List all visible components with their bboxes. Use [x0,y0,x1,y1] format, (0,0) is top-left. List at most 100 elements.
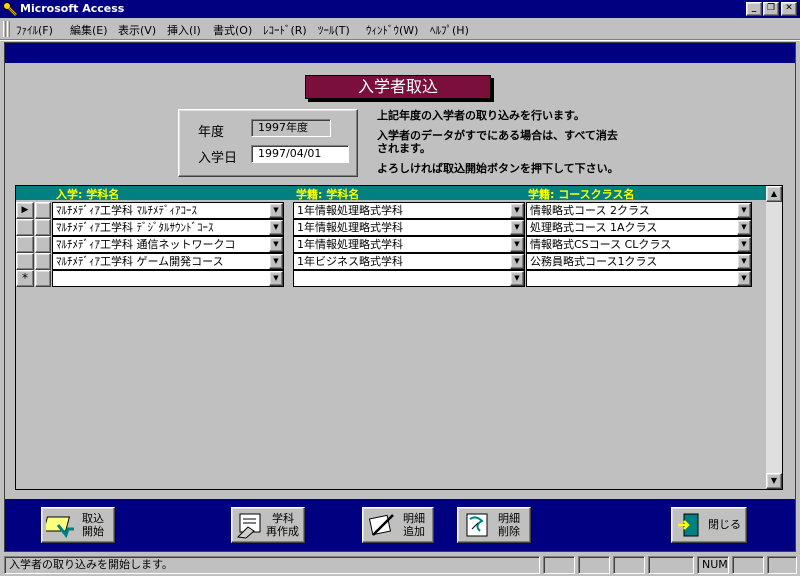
registry-dept-combo[interactable]: 1年情報処理略式学科 ▼ [293,236,525,253]
registry-dept-combo[interactable]: 1年情報処理略式学科 ▼ [293,219,525,236]
admission-dept-combo[interactable]: ﾏﾙﾁﾒﾃﾞｨｱ工学科 通信ネットワークコ ▼ [52,236,284,253]
dropdown-arrow-icon[interactable]: ▼ [737,271,751,286]
add-detail-button[interactable]: 明細 追加 [362,507,434,543]
course-class-combo[interactable]: 情報略式CSコース CLクラス ▼ [526,236,752,253]
cell-text: 情報略式CSコース CLクラス [530,238,672,251]
dropdown-arrow-icon[interactable]: ▼ [510,220,524,235]
scroll-down-icon: ▼ [770,476,778,485]
dropdown-arrow-icon[interactable]: ▼ [269,237,283,252]
menu-insert[interactable]: 挿入(I) [167,22,201,38]
menu-file[interactable]: ﾌｧｲﾙ(F) [16,22,53,38]
menu-view[interactable]: 表示(V) [118,22,156,38]
menu-grip [7,21,10,37]
record-selector-sub[interactable] [35,236,51,253]
restore-icon: ❐ [766,3,776,13]
dropdown-arrow-icon[interactable]: ▼ [269,203,283,218]
status-bar: 入学者の取り込みを開始します。 NUM [0,554,800,576]
cell-text: 公務員略式コース1クラス [530,255,658,268]
status-message: 入学者の取り込みを開始します。 [4,556,540,574]
close-icon: ✕ [785,3,793,13]
menu-separator [0,39,800,41]
admission-dept-combo[interactable]: ﾏﾙﾁﾒﾃﾞｨｱ工学科 ﾏﾙﾁﾒﾃﾞｨｱｺｰｽ ▼ [52,202,284,219]
minimize-icon: _ [751,3,757,13]
window-title: Microsoft Access [20,2,125,15]
form-header-bar [5,43,795,63]
course-class-combo[interactable]: 処理略式コース 1Aクラス ▼ [526,219,752,236]
dropdown-arrow-icon[interactable]: ▼ [510,254,524,269]
record-selector[interactable] [16,253,34,270]
import-start-label-1: 取込 [82,512,104,525]
cell-text: ﾏﾙﾁﾒﾃﾞｨｱ工学科 通信ネットワークコ [56,238,236,251]
cell-text: 処理略式コース 1Aクラス [530,221,658,234]
dropdown-arrow-icon[interactable]: ▼ [737,203,751,218]
status-panel [648,556,694,574]
scroll-down-button[interactable]: ▼ [766,473,782,489]
close-form-label: 閉じる [708,518,741,531]
menu-tools[interactable]: ﾂｰﾙ(T) [318,22,350,38]
status-panel [732,556,764,574]
import-start-button[interactable]: 取込 開始 [41,507,115,543]
registry-dept-combo[interactable]: 1年情報処理略式学科 ▼ [293,202,525,219]
menu-window[interactable]: ｳｨﾝﾄﾞｳ(W) [366,22,418,38]
course-class-combo[interactable]: 情報略式コース 2クラス ▼ [526,202,752,219]
record-selector-sub[interactable] [35,270,51,287]
dropdown-arrow-icon[interactable]: ▼ [737,254,751,269]
menu-edit[interactable]: 編集(E) [70,22,108,38]
info-line-1: 上記年度の入学者の取り込みを行います。 [377,109,585,122]
status-panel [578,556,610,574]
year-label: 年度 [198,125,225,140]
table-row: ﾏﾙﾁﾒﾃﾞｨｱ工学科 ゲーム開発コース ▼ 1年ビジネス略式学科 ▼ 公務員略式コ… [16,253,766,270]
entrance-date-input[interactable]: 1997/04/01 [251,145,349,163]
record-selector[interactable]: ▶ [16,202,34,219]
key-icon [3,2,17,16]
info-line-2b: されます。 [377,142,431,155]
minimize-button[interactable]: _ [746,2,762,16]
new-record-selector[interactable]: * [16,270,34,287]
cell-text: 1年情報処理略式学科 [297,238,403,251]
registry-dept-combo[interactable]: 1年ビジネス略式学科 ▼ [293,253,525,270]
close-window-button[interactable]: ✕ [781,2,797,16]
dropdown-arrow-icon[interactable]: ▼ [269,271,283,286]
dropdown-arrow-icon[interactable]: ▼ [269,220,283,235]
course-class-combo[interactable]: ▼ [526,270,752,287]
course-class-combo[interactable]: 公務員略式コース1クラス ▼ [526,253,752,270]
menu-format[interactable]: 書式(O) [213,22,252,38]
dropdown-arrow-icon[interactable]: ▼ [737,220,751,235]
menu-help[interactable]: ﾍﾙﾌﾟ(H) [430,22,469,38]
menu-records[interactable]: ﾚｺｰﾄﾞ(R) [263,22,307,38]
cell-text: 情報略式コース 2クラス [530,204,650,217]
registry-dept-combo[interactable]: ▼ [293,270,525,287]
button-bar: 取込 開始 学科 再作成 明細 追加 明細 削除 閉じる [5,499,795,551]
vertical-scrollbar[interactable]: ▲ ▼ [766,186,782,489]
dropdown-arrow-icon[interactable]: ▼ [510,237,524,252]
record-selector-sub[interactable] [35,202,51,219]
cell-text: ﾏﾙﾁﾒﾃﾞｨｱ工学科 ゲーム開発コース [56,255,224,268]
cell-text: ﾏﾙﾁﾒﾃﾞｨｱ工学科 ﾏﾙﾁﾒﾃﾞｨｱｺｰｽ [56,204,197,217]
dropdown-arrow-icon[interactable]: ▼ [737,237,751,252]
cell-text: ﾏﾙﾁﾒﾃﾞｨｱ工学科 ﾃﾞｼﾞﾀﾙｻｳﾝﾄﾞｺｰｽ [56,221,214,234]
scroll-up-button[interactable]: ▲ [766,186,782,202]
dropdown-arrow-icon[interactable]: ▼ [269,254,283,269]
restore-button[interactable]: ❐ [763,2,779,16]
recreate-icon [236,513,261,539]
column-header-course-class: 学籍: コースクラス名 [528,188,635,201]
record-selector[interactable] [16,236,34,253]
dropdown-arrow-icon[interactable]: ▼ [510,271,524,286]
admission-dept-combo[interactable]: ﾏﾙﾁﾒﾃﾞｨｱ工学科 ﾃﾞｼﾞﾀﾙｻｳﾝﾄﾞｺｰｽ ▼ [52,219,284,236]
admission-dept-combo[interactable]: ▼ [52,270,284,287]
info-line-3: よろしければ取込開始ボタンを押下して下さい。 [377,162,619,175]
cell-text: 1年情報処理略式学科 [297,221,403,234]
add-detail-icon [368,514,394,536]
close-form-button[interactable]: 閉じる [671,507,747,543]
menu-grip [3,21,6,37]
recreate-dept-button[interactable]: 学科 再作成 [231,507,305,543]
record-selector-sub[interactable] [35,219,51,236]
record-selector[interactable] [16,219,34,236]
record-selector-icon: ▶ [21,205,29,215]
dropdown-arrow-icon[interactable]: ▼ [510,203,524,218]
table-row: ▶ ﾏﾙﾁﾒﾃﾞｨｱ工学科 ﾏﾙﾁﾒﾃﾞｨｱｺｰｽ ▼ 1年情報処理略式学科 ▼ 情… [16,202,766,219]
delete-detail-button[interactable]: 明細 削除 [457,507,531,543]
form-title: 入学者取込 [305,75,491,99]
admission-dept-combo[interactable]: ﾏﾙﾁﾒﾃﾞｨｱ工学科 ゲーム開発コース ▼ [52,253,284,270]
record-selector-sub[interactable] [35,253,51,270]
